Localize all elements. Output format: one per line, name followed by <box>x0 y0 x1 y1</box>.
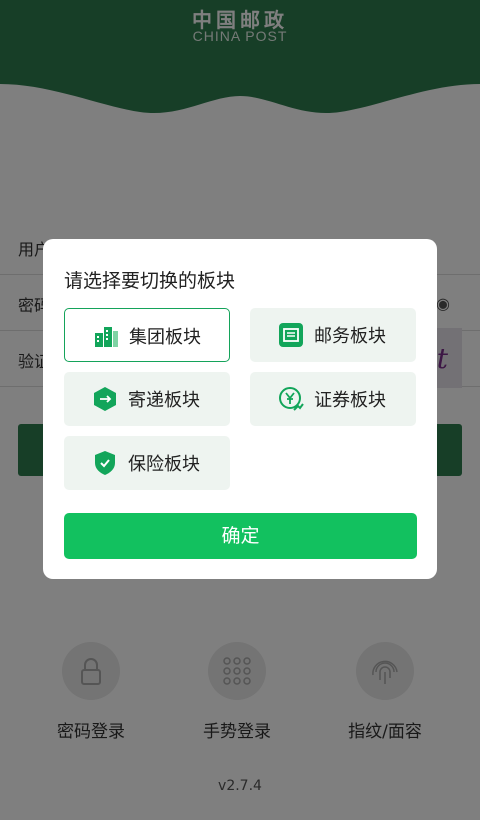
option-insurance[interactable]: 保险板块 <box>64 436 230 490</box>
option-label: 邮务板块 <box>314 326 386 347</box>
postal-service-icon <box>278 322 304 348</box>
group-building-icon <box>93 323 119 349</box>
option-label: 证券板块 <box>314 390 386 411</box>
option-label: 集团板块 <box>129 327 201 348</box>
option-label: 寄递板块 <box>128 390 200 411</box>
option-postal[interactable]: 邮务板块 <box>250 308 416 362</box>
option-group[interactable]: 集团板块 <box>64 308 230 362</box>
confirm-button[interactable]: 确定 <box>64 513 417 559</box>
section-switch-dialog: 请选择要切换的板块 集团板块 邮务板块 寄递板块 证券板块 保险板块 确定 <box>43 239 437 579</box>
securities-icon <box>278 386 304 412</box>
express-delivery-icon <box>92 386 118 412</box>
insurance-shield-icon <box>92 450 118 476</box>
option-label: 保险板块 <box>128 454 200 475</box>
option-securities[interactable]: 证券板块 <box>250 372 416 426</box>
dialog-title: 请选择要切换的板块 <box>64 270 236 292</box>
option-express[interactable]: 寄递板块 <box>64 372 230 426</box>
